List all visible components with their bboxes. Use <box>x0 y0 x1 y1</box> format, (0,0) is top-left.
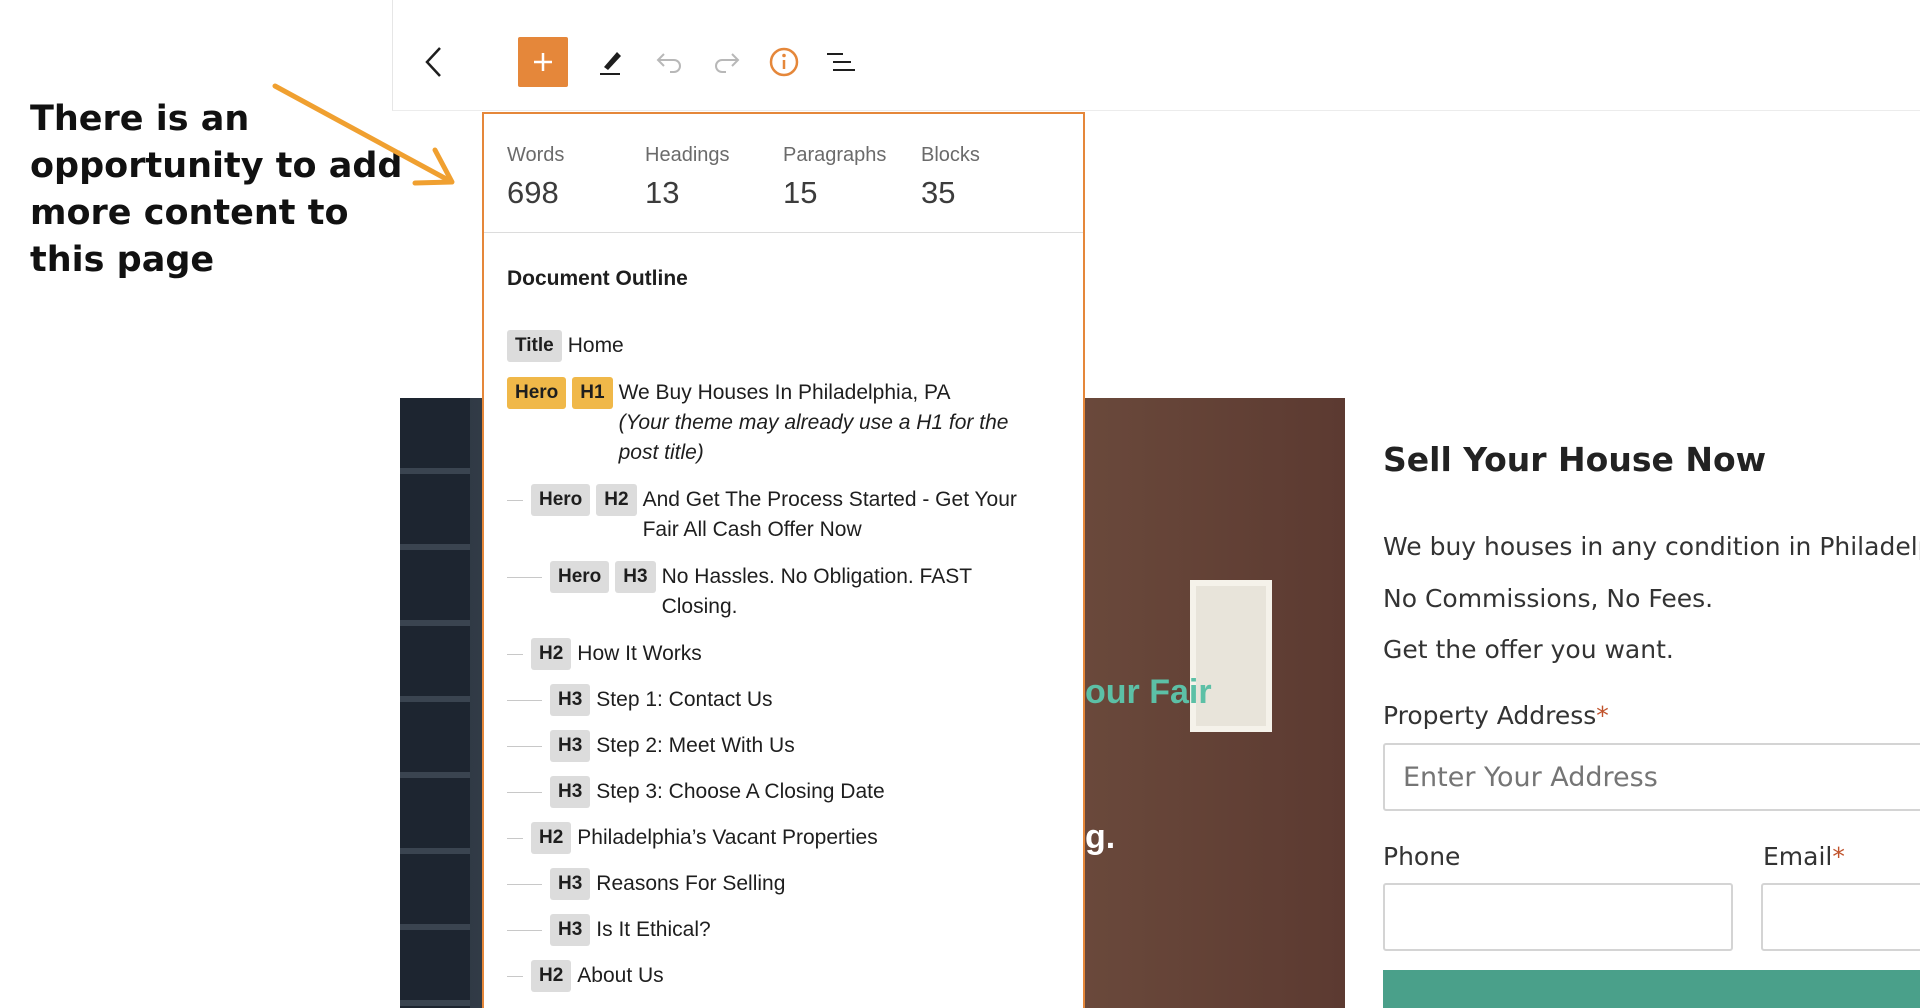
outline-indent <box>507 746 542 747</box>
outline-badge: H2 <box>531 822 572 854</box>
outline-item-text: Step 1: Contact Us <box>596 688 773 711</box>
outline-warning-note: (Your theme may already use a H1 for the… <box>618 411 1009 464</box>
email-label-text: Email <box>1763 842 1833 871</box>
undo-icon <box>656 53 681 73</box>
stats-panel: Words 698 Headings 13 Paragraphs 15 Bloc… <box>484 114 1083 233</box>
stat-label: Headings <box>645 144 730 166</box>
outline-item-text: Step 2: Meet With Us <box>596 734 795 757</box>
list-view-icon <box>827 53 855 71</box>
outline-badge: H3 <box>550 914 591 946</box>
outline-item[interactable]: Hero H1 We Buy Houses In Philadelphia, P… <box>507 377 1039 468</box>
outline-item-text: Home <box>567 334 624 357</box>
outline-indent <box>507 577 542 578</box>
outline-indent <box>507 792 542 793</box>
content-structure-popover: Words 698 Headings 13 Paragraphs 15 Bloc… <box>482 112 1085 1008</box>
outline-badge: H3 <box>550 776 591 808</box>
back-button[interactable] <box>415 42 451 82</box>
chevron-left-icon <box>425 47 441 77</box>
form-intro-line: Get the offer you want. <box>1383 635 1674 664</box>
details-button[interactable] <box>759 37 809 87</box>
add-block-button[interactable] <box>518 37 568 87</box>
outline-item[interactable]: Hero H2 And Get The Process Started - Ge… <box>507 484 1038 545</box>
address-label: Property Address* <box>1383 701 1609 730</box>
outline-badge: Hero <box>550 561 610 593</box>
stat-label: Blocks <box>921 144 980 166</box>
outline-item[interactable]: H3 Is It Ethical? <box>507 914 711 946</box>
outline-badge: Hero <box>531 484 591 516</box>
required-mark: * <box>1832 842 1845 871</box>
stat-value: 35 <box>921 175 956 210</box>
outline-item[interactable]: H3 Step 2: Meet With Us <box>507 730 795 762</box>
info-icon <box>769 47 799 77</box>
stat-label: Words <box>507 144 565 166</box>
outline-badge: H3 <box>550 730 591 762</box>
stat-label: Paragraphs <box>783 144 887 166</box>
outline-item-text: About Us <box>577 964 664 987</box>
outline-badge: H1 <box>572 377 613 409</box>
outline-indent <box>507 654 523 655</box>
outline-indent <box>507 500 523 501</box>
document-outline-title: Document Outline <box>507 267 688 290</box>
outline-badge: H2 <box>531 638 572 670</box>
outline-indent <box>507 930 542 931</box>
outline-item-text: No Hassles. No Obligation. FAST Closing. <box>661 565 972 618</box>
list-view-button[interactable] <box>816 37 866 87</box>
outline-indent <box>507 700 542 701</box>
outline-item-text: We Buy Houses In Philadelphia, PA (Your … <box>619 377 1039 468</box>
outline-item-text: Is It Ethical? <box>596 918 711 941</box>
outline-item-text: How It Works <box>577 642 702 665</box>
outline-item-text: Step 3: Choose A Closing Date <box>596 780 885 803</box>
outline-item[interactable]: H2 How It Works <box>507 638 702 670</box>
email-label: Email* <box>1763 842 1845 871</box>
stat-value: 13 <box>645 175 680 210</box>
form-title: Sell Your House Now <box>1383 440 1767 479</box>
hero-window-decoration <box>400 398 470 1008</box>
outline-item[interactable]: Hero H3 No Hassles. No Obligation. FAST … <box>507 561 1017 622</box>
outline-badge: Title <box>507 330 562 362</box>
outline-indent <box>507 884 542 885</box>
stat-headings: Headings 13 <box>645 144 730 211</box>
stat-value: 698 <box>507 175 559 210</box>
outline-heading-text: We Buy Houses In Philadelphia, PA <box>618 381 951 404</box>
plus-icon <box>534 53 552 71</box>
outline-badge: H3 <box>615 561 656 593</box>
outline-item[interactable]: H3 Step 1: Contact Us <box>507 684 773 716</box>
address-label-text: Property Address <box>1383 701 1597 730</box>
outline-badge: H3 <box>550 684 591 716</box>
outline-item[interactable]: H3 Reasons For Selling <box>507 868 785 900</box>
outline-badge: H2 <box>531 960 572 992</box>
property-address-input[interactable] <box>1383 743 1920 811</box>
stat-paragraphs: Paragraphs 15 <box>783 144 886 211</box>
email-input[interactable] <box>1761 883 1920 951</box>
outline-indent <box>507 976 523 977</box>
outline-item[interactable]: H3 Step 3: Choose A Closing Date <box>507 776 885 808</box>
hero-heading-fragment: our Fair <box>1085 673 1212 711</box>
required-mark: * <box>1596 701 1609 730</box>
sell-house-form: Sell Your House Now We buy houses in any… <box>1383 420 1920 1008</box>
outline-item[interactable]: H2 About Us <box>507 960 664 992</box>
outline-item-text: Reasons For Selling <box>596 872 786 895</box>
outline-badge: H3 <box>550 868 591 900</box>
outline-indent <box>507 838 523 839</box>
stat-blocks: Blocks 35 <box>921 144 980 211</box>
hero-subheading-fragment: g. <box>1085 818 1116 856</box>
outline-item[interactable]: H2 Philadelphia’s Vacant Properties <box>507 822 878 854</box>
stat-value: 15 <box>783 175 818 210</box>
pencil-icon <box>600 52 621 75</box>
form-intro-line: No Commissions, No Fees. <box>1383 584 1714 613</box>
phone-label: Phone <box>1383 842 1461 871</box>
outline-badge: Hero <box>507 377 567 409</box>
outline-item-text: And Get The Process Started - Get Your F… <box>642 488 1017 541</box>
stat-words: Words 698 <box>507 144 564 211</box>
undo-button[interactable] <box>644 37 694 87</box>
submit-button[interactable] <box>1383 970 1920 1008</box>
outline-badge: H2 <box>596 484 637 516</box>
phone-input[interactable] <box>1383 883 1733 951</box>
tools-button[interactable] <box>586 37 636 87</box>
form-intro-line: We buy houses in any condition in Philad… <box>1383 532 1920 561</box>
outline-item[interactable]: Title Home <box>507 330 624 362</box>
redo-button[interactable] <box>702 37 752 87</box>
redo-icon <box>715 53 740 73</box>
outline-item-text: Philadelphia’s Vacant Properties <box>577 826 878 849</box>
